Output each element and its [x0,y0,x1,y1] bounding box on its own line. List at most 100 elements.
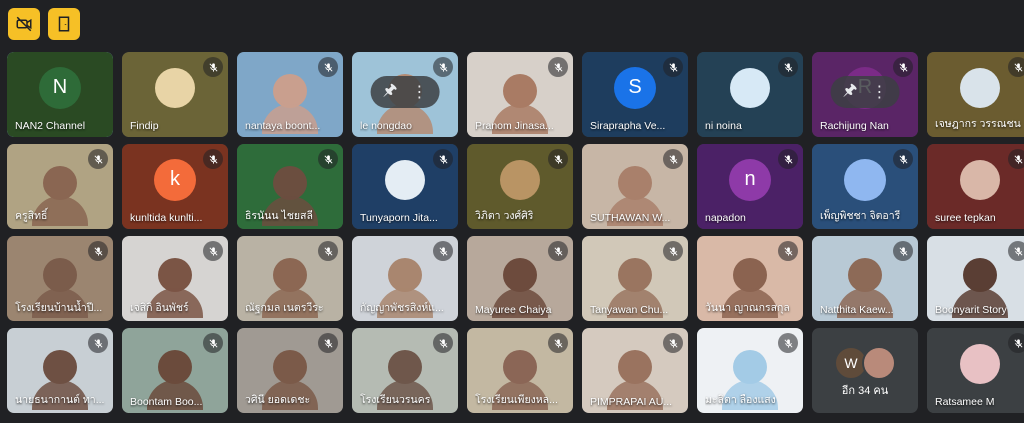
participant-tile[interactable]: nantaya boont... [237,52,343,137]
tile-hover-controls: 🖈︎ ⋮ [370,76,440,108]
participant-name: PIMPRAPAI AU... [590,396,673,408]
pin-icon[interactable]: 🖈︎ [843,79,858,106]
participant-video-figure [43,258,77,293]
avatar [960,159,1000,200]
participant-tile[interactable]: Tunyaporn Jita... [352,144,458,229]
participant-name: Tunyaporn Jita... [360,212,438,224]
avatar [730,67,770,108]
mic-off-icon [88,333,108,353]
participant-tile[interactable]: มะลิตา ลืองแสง [697,328,803,413]
tile-hover-controls: 🖈︎ ⋮ [830,76,900,108]
mic-off-icon [663,241,683,261]
participant-tile[interactable]: N NAN2 Channel [7,52,113,137]
participant-video-figure [618,350,652,385]
participant-name: Boontam Boo... [130,396,203,408]
participant-name: เจษฎากร วรรณชน [935,118,1021,130]
participant-tile[interactable]: Ratsamee M [927,328,1024,413]
more-options-icon[interactable]: ⋮ [411,82,427,102]
more-options-icon[interactable]: ⋮ [871,82,887,102]
participant-tile[interactable]: suree tepkan [927,144,1024,229]
mic-off-icon [548,149,568,169]
participant-tile[interactable]: โรงเรียนบ้านน้ำปี... [7,236,113,321]
camera-off-button[interactable] [8,8,40,40]
participant-name: โรงเรียนบ้านน้ำปี... [15,302,103,314]
avatar: S [614,66,656,109]
mic-off-icon [663,333,683,353]
mic-off-icon [318,57,338,77]
participant-tile[interactable]: Boonyarit Story [927,236,1024,321]
avatar [862,346,896,380]
participant-name: กัญญาพัชรสิงห์แ... [360,302,444,314]
participant-name: นายธนากานต์ ทา... [15,394,105,406]
participant-tile[interactable]: วันนา ญาณกรสกุล [697,236,803,321]
more-avatars: W [834,346,896,380]
participant-tile[interactable]: ครูสิทธิ์ [7,144,113,229]
participant-video-figure [273,350,307,385]
participant-tile[interactable]: S Siraprapha Ve... [582,52,688,137]
mic-off-icon [1008,333,1024,353]
participant-tile[interactable]: Boontam Boo... [122,328,228,413]
participant-name: kunltida kunlti... [130,212,203,224]
participant-name: nantaya boont... [245,120,321,132]
participant-name: napadon [705,212,746,224]
participant-name: ครูสิทธิ์ [15,210,48,222]
mic-off-icon [778,333,798,353]
mic-off-icon [433,333,453,353]
mic-off-icon [318,149,338,169]
participant-tile[interactable]: Natthita Kaew... [812,236,918,321]
more-participants-tile[interactable]: W อีก 34 คน [812,328,918,413]
participant-name: Findip [130,120,159,132]
participant-tile[interactable]: Pranom Jinasa... [467,52,573,137]
more-participants-label: อีก 34 คน [841,385,889,397]
mic-off-icon [663,57,683,77]
mic-off-icon [203,149,223,169]
avatar: n [729,158,771,201]
participant-tile[interactable]: Mayuree Chaiya [467,236,573,321]
participant-tile[interactable]: ni noina [697,52,803,137]
participant-tile[interactable]: วศินี ยอดเดชะ [237,328,343,413]
participant-video-figure [503,350,537,385]
participant-tile[interactable]: PIMPRAPAI AU... [582,328,688,413]
avatar-initial: k [170,168,180,191]
participant-tile[interactable]: เจสิกิ อินพัชร์ [122,236,228,321]
mic-off-icon [203,241,223,261]
participant-tile[interactable]: R🖈︎⋮Rachijung Nan [812,52,918,137]
participant-tile[interactable]: เจษฎากร วรรณชน [927,52,1024,137]
mic-off-icon [663,149,683,169]
pin-icon[interactable]: 🖈︎ [383,79,398,106]
participant-name: ธิรนันน ไชยสลี [245,210,313,222]
participant-tile[interactable]: k kunltida kunlti... [122,144,228,229]
participant-video-figure [43,350,77,385]
participant-tile[interactable]: Tanyawan Chu... [582,236,688,321]
participant-name: Pranom Jinasa... [475,120,554,132]
participant-video-figure [388,350,422,385]
participant-tile[interactable]: โรงเรียนเพียงหล... [467,328,573,413]
participant-tile[interactable]: n napadon [697,144,803,229]
participant-tile[interactable]: กัญญาพัชรสิงห์แ... [352,236,458,321]
participant-name: มะลิตา ลืองแสง [705,394,776,406]
mic-off-icon [203,57,223,77]
participant-tile[interactable]: SUTHAWAN W... [582,144,688,229]
participant-tile[interactable]: 🖈︎ ⋮ le nongdao [352,52,458,137]
participant-video-figure [503,258,537,293]
avatar-initial: S [628,76,642,99]
participant-name: เจสิกิ อินพัชร์ [130,302,189,314]
mic-off-icon [548,57,568,77]
mic-off-icon [318,333,338,353]
leave-room-button[interactable] [48,8,80,40]
participant-tile[interactable]: เพ็ญพิชชา จิตอารี [812,144,918,229]
participant-tile[interactable]: Findip [122,52,228,137]
participant-tile[interactable]: โรงเรียนวรนคร [352,328,458,413]
mic-off-icon [893,241,913,261]
participant-tile[interactable]: วิภิตา วงศ์ศิริ [467,144,573,229]
participant-tile[interactable]: นายธนากานต์ ทา... [7,328,113,413]
participant-tile[interactable]: ณัฐกมล เนตรวีระ [237,236,343,321]
participant-name: Natthita Kaew... [820,304,894,316]
mic-off-icon [1008,149,1024,169]
participant-video-figure [273,74,307,109]
participant-video-figure [963,258,997,293]
participant-name: วศินี ยอดเดชะ [245,394,311,406]
participant-name: Siraprapha Ve... [590,120,666,132]
avatar: k [154,158,196,201]
participant-tile[interactable]: ธิรนันน ไชยสลี [237,144,343,229]
